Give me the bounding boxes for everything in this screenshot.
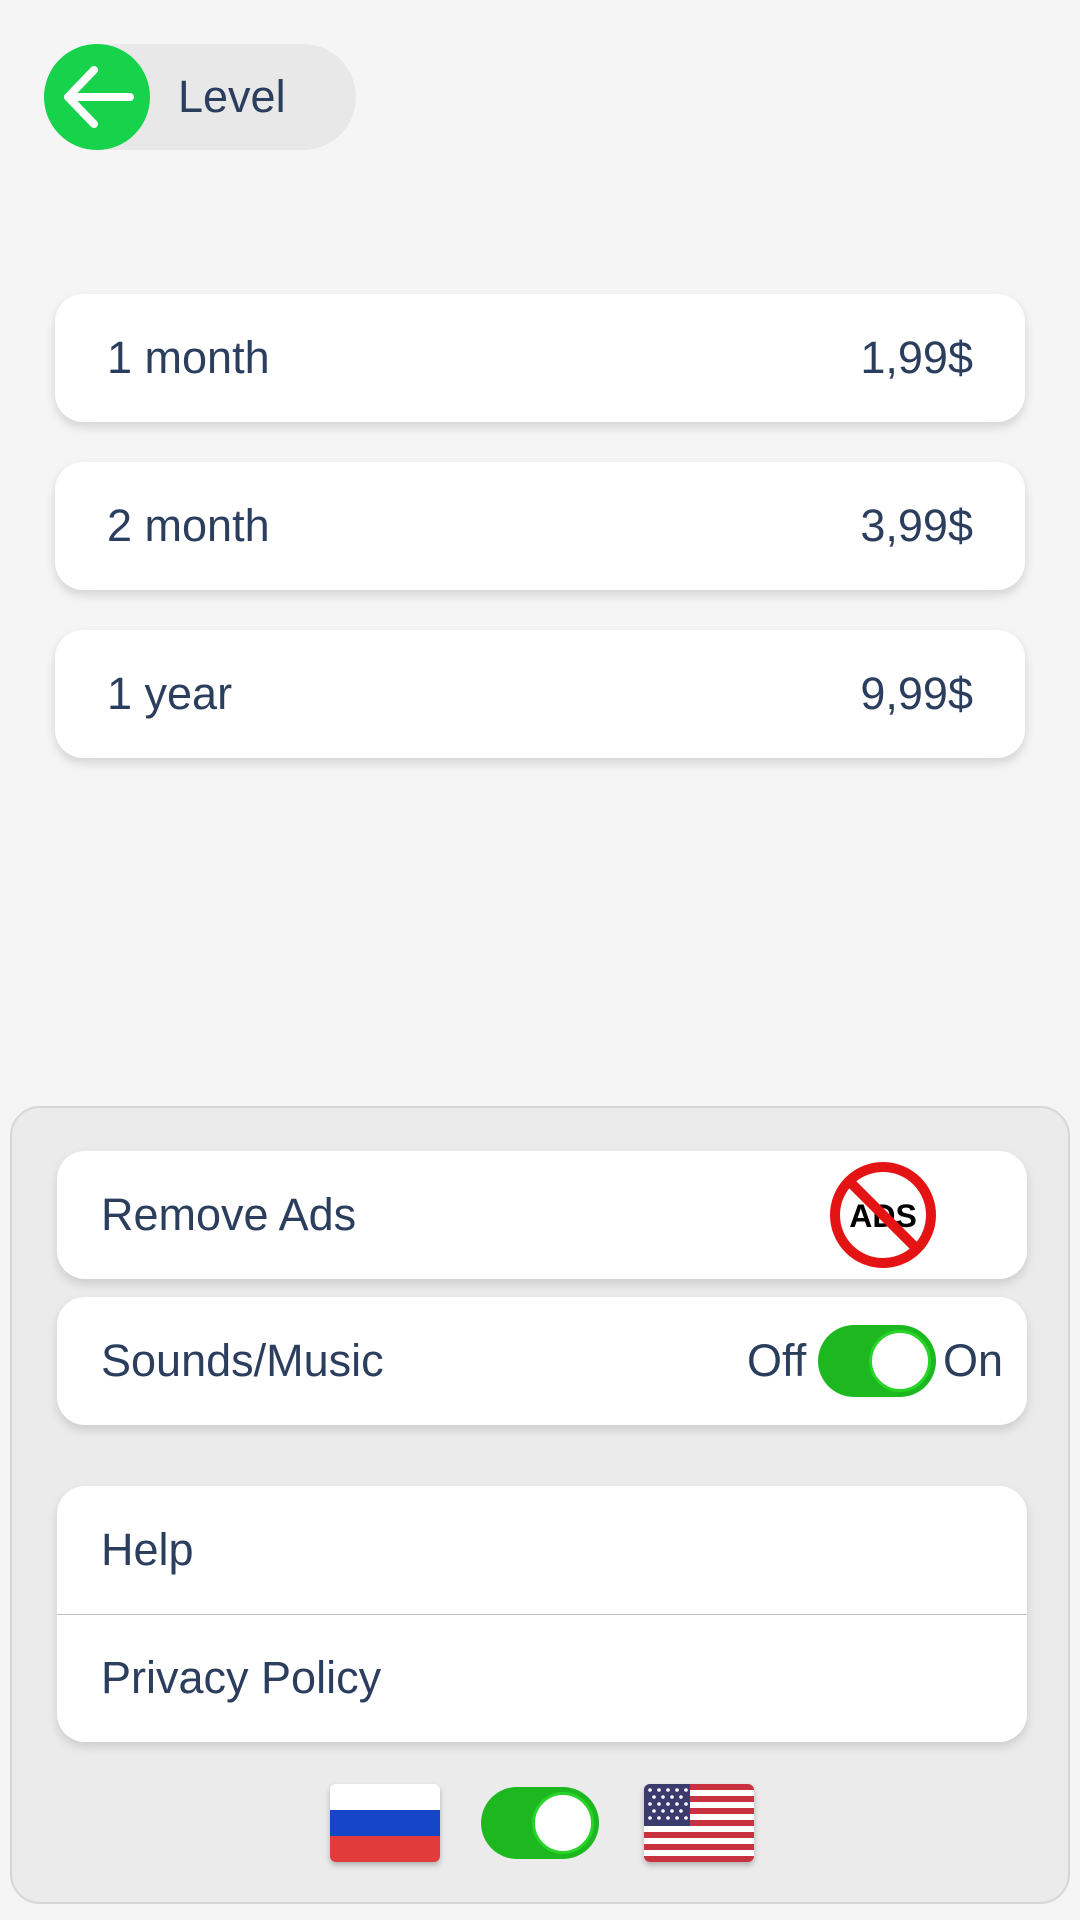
- plan-2-month[interactable]: 2 month 3,99$: [55, 462, 1025, 590]
- toggle-knob: [532, 1792, 594, 1854]
- back-arrow-circle[interactable]: [44, 44, 150, 150]
- remove-ads-label: Remove Ads: [101, 1189, 357, 1240]
- links-card: Help Privacy Policy: [57, 1486, 1027, 1742]
- plan-name: 1 year: [107, 668, 233, 719]
- privacy-policy-label: Privacy Policy: [101, 1652, 382, 1703]
- plan-name: 2 month: [107, 500, 270, 551]
- language-toggle[interactable]: [481, 1787, 599, 1859]
- help-label: Help: [101, 1524, 194, 1575]
- plan-price: 1,99$: [860, 332, 973, 383]
- sounds-music-row: Sounds/Music Off On: [57, 1297, 1027, 1425]
- plan-price: 3,99$: [860, 500, 973, 551]
- help-link[interactable]: Help: [57, 1486, 1027, 1614]
- usa-flag-icon[interactable]: [644, 1784, 754, 1862]
- sounds-music-label: Sounds/Music: [101, 1335, 384, 1386]
- sounds-off-label: Off: [747, 1335, 807, 1386]
- sounds-on-label: On: [943, 1335, 1004, 1386]
- back-label: Level: [178, 71, 286, 122]
- settings-panel: Remove Ads ADS Sounds/Music Off On Help …: [10, 1106, 1070, 1904]
- plan-name: 1 month: [107, 332, 270, 383]
- plan-1-month[interactable]: 1 month 1,99$: [55, 294, 1025, 422]
- remove-ads-button[interactable]: Remove Ads ADS: [57, 1151, 1027, 1279]
- sounds-toggle[interactable]: [818, 1325, 936, 1397]
- russia-flag-icon[interactable]: [330, 1784, 440, 1862]
- toggle-knob: [869, 1330, 931, 1392]
- arrow-left-icon: [64, 66, 134, 128]
- privacy-policy-link[interactable]: Privacy Policy: [57, 1614, 1027, 1742]
- back-button[interactable]: Level: [44, 44, 356, 150]
- no-ads-icon: ADS: [830, 1162, 936, 1268]
- plan-price: 9,99$: [860, 668, 973, 719]
- plan-1-year[interactable]: 1 year 9,99$: [55, 630, 1025, 758]
